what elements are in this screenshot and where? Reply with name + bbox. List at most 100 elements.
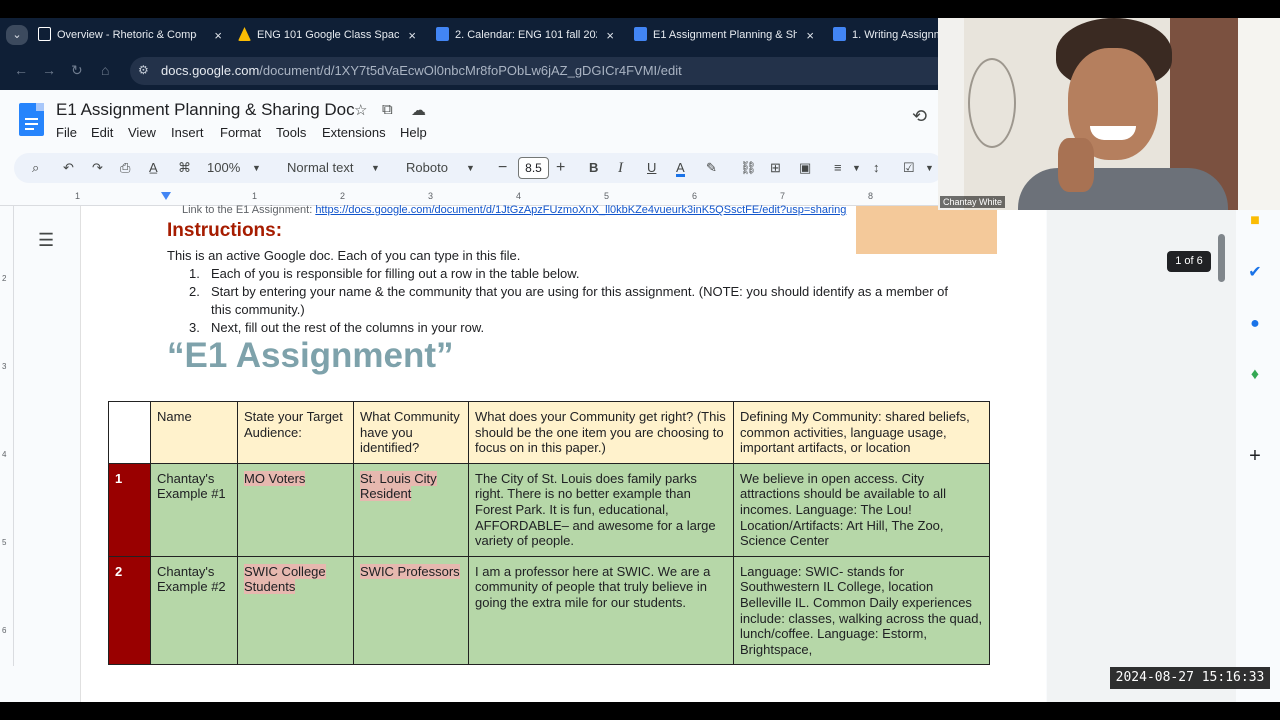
menu-insert[interactable]: Insert	[171, 125, 204, 140]
table-header-cell[interactable]: State your Target Audience:	[237, 401, 354, 464]
table-cell[interactable]: Chantay's Example #1	[150, 462, 238, 557]
row-number-cell[interactable]: 1	[108, 462, 151, 557]
table-row: 1 Chantay's Example #1 MO Voters St. Lou…	[108, 462, 990, 557]
vertical-ruler[interactable]: 2 3 4 5 6	[0, 206, 14, 666]
checklist-icon[interactable]: ☑	[903, 159, 915, 177]
planning-table[interactable]: Name State your Target Audience: What Co…	[108, 401, 990, 666]
maps-icon[interactable]: ♦	[1246, 366, 1264, 384]
insert-link-icon[interactable]: ⛓	[740, 159, 757, 177]
menu-extensions[interactable]: Extensions	[322, 125, 386, 140]
table-header-cell[interactable]: What Community have you identified?	[353, 401, 469, 464]
assignment-link[interactable]: https://docs.google.com/document/d/1JtGz…	[315, 204, 846, 216]
menu-tools[interactable]: Tools	[276, 125, 306, 140]
table-header-cell[interactable]: Defining My Community: shared beliefs, c…	[733, 401, 990, 464]
text-color-icon[interactable]: A	[676, 159, 685, 177]
site-info-icon[interactable]: ⚙	[138, 63, 152, 77]
undo-icon[interactable]: ↶	[63, 159, 74, 177]
table-cell[interactable]: SWIC Professors	[353, 555, 469, 666]
list-number: 1.	[189, 266, 200, 281]
close-tab-icon[interactable]: ×	[214, 23, 222, 48]
keep-icon[interactable]: ■	[1246, 212, 1264, 230]
move-folder-icon[interactable]: ⧉	[382, 101, 393, 118]
tab-google-class-space[interactable]: ENG 101 Google Class Space (fo×	[238, 23, 418, 48]
close-tab-icon[interactable]: ×	[408, 23, 416, 48]
back-icon[interactable]: ←	[14, 62, 28, 78]
tab-writing-assignment[interactable]: 1. Writing Assignme	[833, 23, 938, 48]
print-icon[interactable]: ⎙	[120, 159, 130, 177]
tab-overview[interactable]: Overview - Rhetoric & Compos ×	[38, 23, 224, 48]
underline-icon[interactable]: U	[647, 159, 656, 177]
table-cell[interactable]: The City of St. Louis does family parks …	[468, 462, 734, 557]
star-icon[interactable]: ☆	[354, 101, 367, 119]
list-item: 2. Start by entering your name & the com…	[189, 283, 969, 319]
table-header-cell[interactable]	[108, 401, 151, 464]
close-tab-icon[interactable]: ×	[806, 23, 814, 48]
menu-edit[interactable]: Edit	[91, 125, 113, 140]
tasks-icon[interactable]: ✔	[1246, 264, 1264, 282]
font-size-input[interactable]: 8.5	[518, 157, 549, 179]
table-cell[interactable]: Chantay's Example #2	[150, 555, 238, 666]
vertical-scrollbar-thumb[interactable]	[1218, 234, 1225, 282]
chevron-down-icon[interactable]: ▼	[252, 159, 261, 177]
spellcheck-icon[interactable]: A̲	[149, 159, 158, 177]
contacts-icon[interactable]: ●	[1246, 315, 1264, 333]
reload-icon[interactable]: ↻	[71, 62, 83, 79]
menu-format[interactable]: Format	[220, 125, 261, 140]
person-smile	[1090, 126, 1136, 140]
table-header-cell[interactable]: Name	[150, 401, 238, 464]
indent-marker-icon[interactable]	[161, 192, 171, 200]
table-header-cell[interactable]: What does your Community get right? (Thi…	[468, 401, 734, 464]
highlight-color-icon[interactable]: ✎	[706, 159, 717, 177]
table-cell[interactable]: St. Louis City Resident	[353, 462, 469, 557]
ruler-label: 1	[252, 191, 258, 201]
list-text: Start by entering your name & the commun…	[211, 284, 949, 317]
tab-e1-assignment[interactable]: E1 Assignment Planning & Shar ×	[634, 23, 816, 48]
docs-icon	[436, 27, 449, 41]
assignment-link-line: Link to the E1 Assignment: https://docs.…	[182, 204, 847, 216]
docs-logo-icon[interactable]	[19, 103, 44, 136]
table-cell[interactable]: SWIC College Students	[237, 555, 354, 666]
paint-format-icon[interactable]: ⌘	[178, 159, 191, 177]
menu-view[interactable]: View	[128, 125, 156, 140]
list-text: Each of you is responsible for filling o…	[211, 266, 580, 281]
cloud-saved-icon[interactable]: ☁	[411, 101, 426, 119]
chevron-down-icon[interactable]: ▼	[466, 159, 475, 177]
list-item: 3. Next, fill out the rest of the column…	[189, 319, 969, 337]
redo-icon[interactable]: ↷	[92, 159, 103, 177]
document-title[interactable]: E1 Assignment Planning & Sharing Doc	[56, 100, 355, 120]
menu-file[interactable]: File	[56, 125, 77, 140]
increase-font-size-icon[interactable]: +	[556, 159, 565, 177]
align-icon[interactable]: ≡	[834, 159, 842, 177]
forward-icon[interactable]: →	[42, 62, 56, 78]
chevron-down-icon[interactable]: ▼	[371, 159, 380, 177]
add-comment-icon[interactable]: ⊞	[770, 159, 781, 177]
italic-icon[interactable]: I	[618, 159, 623, 177]
bottom-black-strip	[0, 702, 1280, 720]
tab-calendar[interactable]: 2. Calendar: ENG 101 fall 2024 (×	[436, 23, 616, 48]
webcam-railing	[1238, 18, 1280, 210]
font-select[interactable]: Roboto	[406, 159, 448, 177]
table-cell[interactable]: I am a professor here at SWIC. We are a …	[468, 555, 734, 666]
table-cell[interactable]: MO Voters	[237, 462, 354, 557]
menu-help[interactable]: Help	[400, 125, 427, 140]
table-cell[interactable]: We believe in open access. City attracti…	[733, 462, 990, 557]
chevron-down-icon[interactable]: ▼	[852, 159, 861, 177]
home-icon[interactable]: ⌂	[101, 62, 109, 78]
decrease-font-size-icon[interactable]: −	[498, 159, 507, 177]
table-cell[interactable]: Language: SWIC- stands for Southwestern …	[733, 555, 990, 666]
insert-image-icon[interactable]: ▣	[799, 159, 811, 177]
url-text[interactable]: docs.google.com/document/d/1XY7t5dVaEcwO…	[161, 63, 682, 78]
document-outline-icon[interactable]: ☰	[38, 230, 54, 251]
version-history-icon[interactable]: ⟲	[912, 106, 927, 127]
search-menus-icon[interactable]: ⌕	[32, 159, 39, 177]
row-number-cell[interactable]: 2	[108, 555, 151, 666]
chevron-down-icon[interactable]: ▼	[925, 159, 934, 177]
line-spacing-icon[interactable]: ↕	[873, 159, 880, 177]
style-select[interactable]: Normal text	[287, 159, 353, 177]
close-tab-icon[interactable]: ×	[606, 23, 614, 48]
ruler-label: 3	[428, 191, 434, 201]
bold-icon[interactable]: B	[589, 159, 598, 177]
add-addon-icon[interactable]: +	[1246, 446, 1264, 466]
tab-search-button[interactable]: ⌄	[6, 25, 28, 45]
zoom-select[interactable]: 100%	[207, 159, 240, 177]
